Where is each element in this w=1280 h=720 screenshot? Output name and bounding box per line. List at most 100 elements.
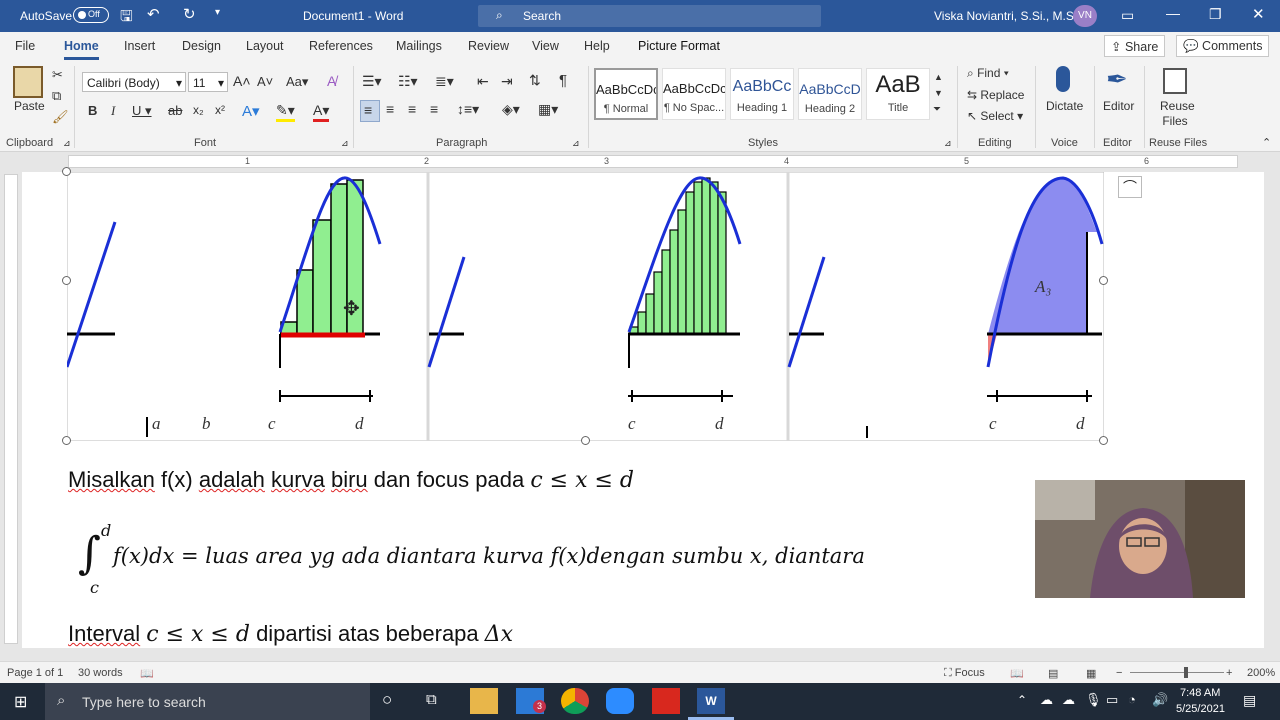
user-name[interactable]: Viska Noviantri, S.Si., M.Si. <box>934 9 1080 23</box>
customize-qat-icon[interactable]: ▾ <box>215 7 220 18</box>
zoom-app-icon[interactable] <box>606 688 634 714</box>
text-effects-icon[interactable]: A▾ <box>242 102 260 120</box>
onedrive-icon[interactable]: ☁ <box>1040 692 1053 708</box>
style-heading-1[interactable]: AaBbCc Heading 1 <box>730 68 794 120</box>
multilevel-list-icon[interactable]: ≣▾ <box>435 73 454 90</box>
style-heading-2[interactable]: AaBbCcD Heading 2 <box>798 68 862 120</box>
mail-icon[interactable]: 3 <box>516 688 546 714</box>
word-count[interactable]: 30 words <box>78 667 123 679</box>
grow-font-icon[interactable]: A˄ <box>233 73 251 89</box>
styles-more-icon[interactable]: ⏷ <box>933 104 941 115</box>
clock-date[interactable]: 5/25/2021 <box>1176 703 1225 715</box>
italic-icon[interactable]: I <box>111 103 115 119</box>
tab-help[interactable]: Help <box>584 39 610 53</box>
tab-design[interactable]: Design <box>182 39 221 53</box>
web-layout-icon[interactable]: ▦ <box>1086 667 1096 680</box>
task-view-icon[interactable]: ⧉ <box>426 691 437 708</box>
cloud-icon[interactable]: ☁ <box>1062 692 1075 708</box>
reuse-files-button[interactable]: Reuse Files <box>1160 99 1195 129</box>
file-explorer-icon[interactable] <box>470 688 498 714</box>
collapse-ribbon-icon[interactable]: ⌃ <box>1262 136 1271 149</box>
integral-equation[interactable]: f(x)dx = luas area yg ada diantara kurva… <box>113 544 865 568</box>
zoom-level[interactable]: 200% <box>1247 667 1275 679</box>
read-mode-icon[interactable]: 📖 <box>1010 667 1024 680</box>
zoom-slider[interactable] <box>1130 672 1224 673</box>
print-layout-icon[interactable]: ▤ <box>1048 667 1058 680</box>
zoom-out-icon[interactable]: − <box>1116 667 1122 679</box>
copy-icon[interactable]: ⧉ <box>52 88 61 104</box>
styles-scroll-down-icon[interactable]: ▼ <box>934 88 943 98</box>
tab-picture-format[interactable]: Picture Format <box>638 39 720 53</box>
clear-formatting-icon[interactable]: A̸ <box>327 73 336 89</box>
superscript-icon[interactable]: x² <box>215 103 225 117</box>
find-button[interactable]: ⌕ Find ▾ <box>967 66 1009 81</box>
font-size-box[interactable]: 11 ▾ <box>188 72 228 92</box>
focus-button[interactable]: ⛶ Focus <box>944 667 985 680</box>
horizontal-ruler[interactable]: 1 2 3 4 5 6 <box>68 155 1238 168</box>
zoom-in-icon[interactable]: + <box>1226 667 1232 679</box>
bullets-icon[interactable]: ☰▾ <box>362 73 382 90</box>
minimize-icon[interactable]: — <box>1166 5 1180 21</box>
tab-view[interactable]: View <box>532 39 559 53</box>
borders-icon[interactable]: ▦▾ <box>538 101 558 118</box>
resize-handle[interactable] <box>581 436 590 445</box>
paste-icon[interactable] <box>13 66 43 98</box>
close-icon[interactable]: ✕ <box>1252 5 1265 23</box>
word-app-icon[interactable]: W <box>697 688 725 714</box>
windows-start-icon[interactable]: ⊞ <box>14 692 27 712</box>
reuse-files-icon[interactable] <box>1163 68 1187 94</box>
save-icon[interactable]: 🖫 <box>120 6 133 31</box>
chrome-icon[interactable] <box>561 688 589 714</box>
resize-handle[interactable] <box>1099 436 1108 445</box>
ribbon-display-icon[interactable]: ▭ <box>1121 7 1134 24</box>
undo-icon[interactable]: ↶ <box>147 5 160 23</box>
sort-icon[interactable]: ⇅ <box>529 72 541 89</box>
proofing-icon[interactable]: 📖 <box>140 667 154 680</box>
vertical-ruler[interactable] <box>4 174 18 644</box>
underline-icon[interactable]: U ▾ <box>132 103 152 119</box>
highlight-icon[interactable]: ✎▾ <box>276 102 295 122</box>
bold-icon[interactable]: B <box>88 103 97 118</box>
editor-icon[interactable]: ✒ <box>1106 64 1128 95</box>
dictate-button[interactable]: Dictate <box>1046 99 1083 113</box>
align-left-icon[interactable]: ≡ <box>360 100 380 122</box>
style-normal[interactable]: AaBbCcDc ¶ Normal <box>594 68 658 120</box>
tab-file[interactable]: File <box>15 39 35 53</box>
numbering-icon[interactable]: ☷▾ <box>398 73 418 90</box>
clock-time[interactable]: 7:48 AM <box>1180 687 1220 699</box>
autosave-toggle[interactable]: Off <box>73 7 109 23</box>
tab-home[interactable]: Home <box>64 39 99 60</box>
shrink-font-icon[interactable]: A˅ <box>257 74 273 89</box>
style-title[interactable]: AaB Title <box>866 68 930 120</box>
tray-overflow-icon[interactable]: ⌃ <box>1017 693 1027 707</box>
select-button[interactable]: ↖ Select ▾ <box>967 109 1023 123</box>
font-name-box[interactable]: Calibri (Body) ▾ <box>82 72 186 92</box>
battery-icon[interactable]: ▭ <box>1106 692 1118 708</box>
notifications-icon[interactable]: ▤ <box>1243 692 1256 709</box>
acrobat-icon[interactable] <box>652 688 680 714</box>
dialog-launcher-icon[interactable]: ⊿ <box>944 138 952 149</box>
resize-handle[interactable] <box>62 167 71 176</box>
layout-options-icon[interactable]: ⌒ <box>1118 176 1142 198</box>
taskbar-search[interactable]: ⌕ Type here to search <box>45 683 370 720</box>
dialog-launcher-icon[interactable]: ⊿ <box>63 138 71 149</box>
paste-button[interactable]: Paste <box>14 99 45 113</box>
resize-handle[interactable] <box>62 276 71 285</box>
share-button[interactable]: ⇪ Share <box>1104 35 1166 57</box>
network-icon[interactable]: ◔ <box>1128 692 1136 707</box>
cortana-icon[interactable]: ○ <box>382 690 392 710</box>
paragraph-1[interactable]: Misalkan f(x) adalah kurva biru dan focu… <box>68 467 634 493</box>
shading-icon[interactable]: ◈▾ <box>502 101 520 118</box>
volume-icon[interactable]: 🔊 <box>1152 692 1168 708</box>
cut-icon[interactable]: ✂ <box>52 67 63 83</box>
change-case-icon[interactable]: Aa▾ <box>286 74 308 90</box>
format-painter-icon[interactable]: 🖌 <box>52 109 69 125</box>
tab-layout[interactable]: Layout <box>246 39 284 53</box>
align-center-icon[interactable]: ≡ <box>386 101 394 117</box>
align-right-icon[interactable]: ≡ <box>408 101 416 117</box>
dialog-launcher-icon[interactable]: ⊿ <box>341 138 349 149</box>
microphone-icon[interactable]: 🎙 <box>1085 692 1102 708</box>
increase-indent-icon[interactable]: ⇥ <box>501 73 513 90</box>
replace-button[interactable]: ⇆ Replace <box>967 88 1024 102</box>
tab-mailings[interactable]: Mailings <box>396 39 442 53</box>
